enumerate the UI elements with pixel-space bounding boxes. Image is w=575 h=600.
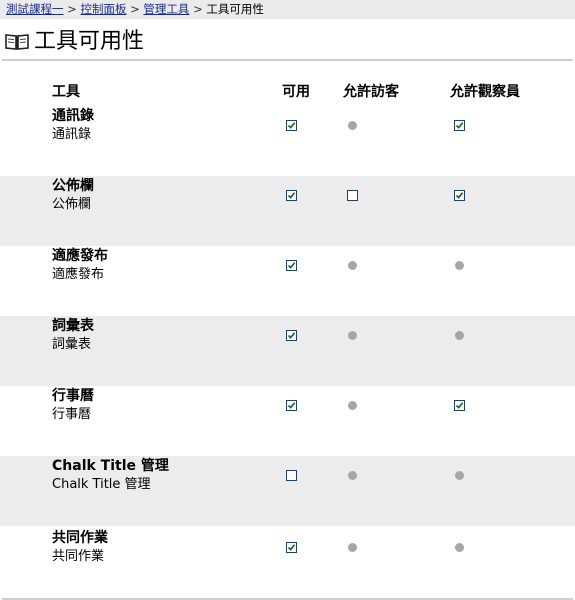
checkmark-icon <box>287 122 296 129</box>
available-checkbox[interactable] <box>286 120 297 131</box>
column-header-allow-observers: 允許觀察員 <box>450 84 520 100</box>
unavailable-dot-icon <box>348 331 357 340</box>
tool-description: 適應發布 <box>52 267 105 282</box>
allow-observers-checkbox[interactable] <box>454 120 465 131</box>
tool-name: 詞彙表 <box>52 318 94 334</box>
tool-description: Chalk Title 管理 <box>52 477 151 492</box>
unavailable-dot-icon <box>455 331 464 340</box>
unavailable-dot-icon <box>348 121 357 130</box>
unavailable-dot-icon <box>348 471 357 480</box>
unavailable-dot-icon <box>455 471 464 480</box>
unavailable-dot-icon <box>348 261 357 270</box>
page-header: 工具可用性 <box>0 26 575 60</box>
checkmark-icon <box>455 122 464 129</box>
breadcrumb-separator: > <box>193 2 203 16</box>
tool-name: 適應發布 <box>52 248 108 264</box>
tool-name: 行事曆 <box>52 388 94 404</box>
allow-guests-checkbox[interactable] <box>347 190 358 201</box>
unavailable-dot-icon <box>455 261 464 270</box>
unavailable-dot-icon <box>455 543 464 552</box>
available-checkbox[interactable] <box>286 542 297 553</box>
checkmark-icon <box>287 262 296 269</box>
table-row: 通訊錄 通訊錄 <box>0 106 575 176</box>
available-checkbox[interactable] <box>286 400 297 411</box>
header-divider <box>2 59 573 61</box>
tool-description: 詞彙表 <box>52 337 92 352</box>
table-row: 詞彙表 詞彙表 <box>0 316 575 386</box>
breadcrumb-separator: > <box>130 2 140 16</box>
breadcrumb: 測試課程一 > 控制面板 > 管理工具 > 工具可用性 <box>0 0 575 19</box>
tool-name: Chalk Title 管理 <box>52 458 169 474</box>
available-checkbox[interactable] <box>286 260 297 271</box>
unavailable-dot-icon <box>348 543 357 552</box>
breadcrumb-current: 工具可用性 <box>206 2 264 16</box>
available-checkbox[interactable] <box>286 470 297 481</box>
tool-description: 行事曆 <box>52 407 92 422</box>
allow-observers-checkbox[interactable] <box>454 190 465 201</box>
column-header-available: 可用 <box>282 84 310 100</box>
book-icon <box>5 33 29 55</box>
breadcrumb-manage-tools-link[interactable]: 管理工具 <box>143 2 189 16</box>
unavailable-dot-icon <box>348 401 357 410</box>
table-row: 公佈欄 公佈欄 <box>0 176 575 246</box>
tool-name: 共同作業 <box>52 530 108 546</box>
breadcrumb-control-panel-link[interactable]: 控制面板 <box>80 2 126 16</box>
table-row: Chalk Title 管理 Chalk Title 管理 <box>0 456 575 526</box>
checkmark-icon <box>287 192 296 199</box>
tool-description: 通訊錄 <box>52 127 92 142</box>
table-row: 共同作業 共同作業 <box>0 528 575 598</box>
allow-observers-checkbox[interactable] <box>454 400 465 411</box>
checkmark-icon <box>455 192 464 199</box>
available-checkbox[interactable] <box>286 330 297 341</box>
page-title: 工具可用性 <box>34 29 145 54</box>
breadcrumb-course-link[interactable]: 測試課程一 <box>6 2 64 16</box>
checkmark-icon <box>287 402 296 409</box>
column-header-allow-guests: 允許訪客 <box>343 84 399 100</box>
breadcrumb-separator: > <box>67 2 77 16</box>
available-checkbox[interactable] <box>286 190 297 201</box>
checkmark-icon <box>455 402 464 409</box>
column-header-tool: 工具 <box>52 84 80 100</box>
table-row: 適應發布 適應發布 <box>0 246 575 316</box>
table-row: 行事曆 行事曆 <box>0 386 575 456</box>
checkmark-icon <box>287 544 296 551</box>
tool-name: 公佈欄 <box>52 178 94 194</box>
tool-name: 通訊錄 <box>52 108 94 124</box>
tool-description: 公佈欄 <box>52 197 92 212</box>
tool-description: 共同作業 <box>52 549 105 564</box>
checkmark-icon <box>287 332 296 339</box>
